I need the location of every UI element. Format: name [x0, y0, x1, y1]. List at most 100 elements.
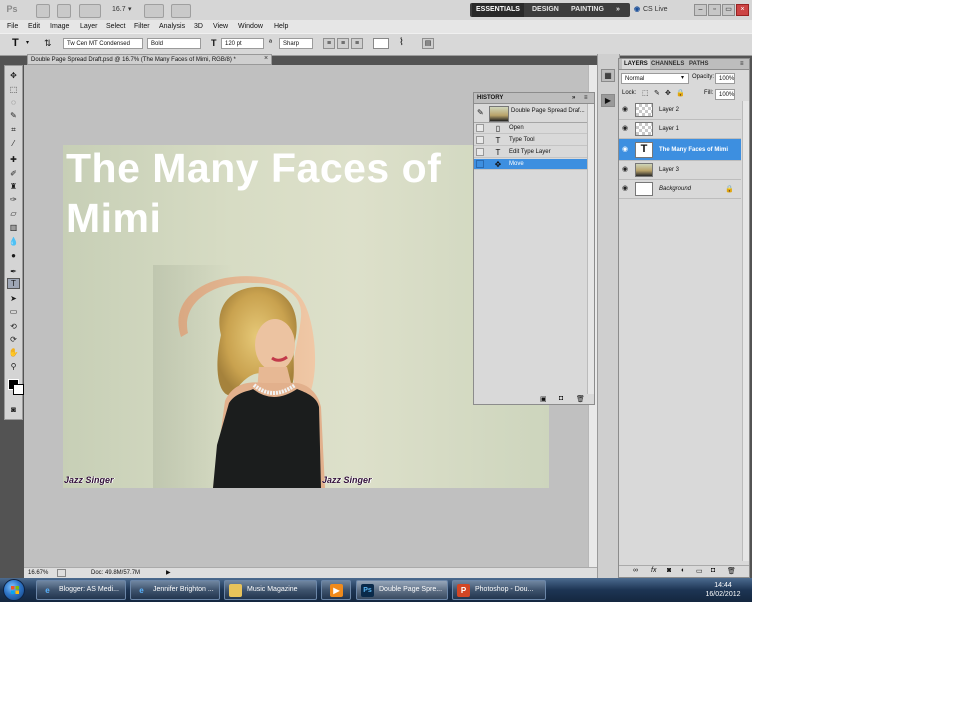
workspace-minimize-button[interactable]: ▭: [722, 4, 735, 16]
delete-state-icon[interactable]: 🗑: [576, 395, 585, 403]
close-document-icon[interactable]: ×: [262, 55, 270, 63]
view-extras-button[interactable]: [79, 4, 101, 18]
type-tool-icon[interactable]: T: [7, 278, 20, 289]
menu-select[interactable]: Select: [106, 20, 125, 33]
zoom-tool-icon[interactable]: ⚲: [7, 361, 20, 372]
taskbar-item-media-player[interactable]: ▶: [321, 580, 351, 600]
headline-text[interactable]: The Many Faces of Mimi: [66, 145, 486, 243]
lock-position-icon[interactable]: ✥: [665, 89, 671, 97]
layers-scrollbar[interactable]: [742, 101, 749, 561]
document-tab[interactable]: Double Page Spread Draft.psd @ 16.7% (Th…: [27, 54, 272, 65]
layer-row-background[interactable]: ◉ Background 🔒: [619, 180, 741, 199]
font-size-select[interactable]: 120 pt: [221, 38, 264, 49]
visibility-eye-icon[interactable]: ◉: [622, 106, 630, 114]
shape-tool-icon[interactable]: ▭: [7, 306, 20, 317]
new-document-from-state-icon[interactable]: ▣: [540, 395, 547, 403]
layer-style-icon[interactable]: fx: [651, 567, 656, 574]
gradient-tool-icon[interactable]: ▥: [7, 222, 20, 233]
tab-layers[interactable]: LAYERS: [622, 59, 650, 69]
workspace-painting[interactable]: PAINTING: [571, 3, 604, 17]
screen-mode-button[interactable]: [171, 4, 191, 18]
layer-row-title-text[interactable]: ◉ T The Many Faces of Mimi: [619, 139, 741, 161]
menu-layer[interactable]: Layer: [80, 20, 98, 33]
visibility-eye-icon[interactable]: ◉: [622, 146, 630, 154]
hand-tool-icon[interactable]: ✋: [7, 347, 20, 358]
zoom-level-dropdown[interactable]: 16.7: [112, 4, 126, 16]
collapse-panel-icon[interactable]: »: [572, 93, 575, 103]
tab-channels[interactable]: CHANNELS: [651, 59, 684, 69]
background-color-swatch[interactable]: [13, 384, 24, 395]
history-checkbox[interactable]: [476, 160, 484, 168]
delete-layer-icon[interactable]: 🗑: [727, 567, 736, 575]
workspace-design[interactable]: DESIGN: [532, 3, 559, 17]
taskbar-item-music-magazine[interactable]: Music Magazine: [224, 580, 317, 600]
restore-button[interactable]: ▫: [708, 4, 721, 16]
status-menu-arrow-icon[interactable]: ▶: [166, 568, 171, 578]
character-panel-button[interactable]: ▤: [422, 38, 434, 49]
path-selection-tool-icon[interactable]: ➤: [7, 293, 20, 304]
align-right-button[interactable]: ≡: [351, 38, 363, 49]
clone-stamp-tool-icon[interactable]: ♜: [7, 181, 20, 192]
align-center-button[interactable]: ≡: [337, 38, 349, 49]
new-layer-icon[interactable]: ◘: [711, 567, 715, 574]
new-group-icon[interactable]: ▭: [696, 567, 703, 575]
tab-paths[interactable]: PATHS: [689, 59, 708, 69]
3d-orbit-tool-icon[interactable]: ⟳: [7, 334, 20, 345]
menu-help[interactable]: Help: [274, 20, 288, 33]
tool-preset-icon[interactable]: T: [12, 37, 19, 49]
layer-row-layer-1[interactable]: ◉ Layer 1: [619, 120, 741, 139]
history-snapshot[interactable]: ✎ Double Page Spread Draf...: [474, 104, 587, 123]
panel-menu-icon[interactable]: ≡: [584, 93, 588, 103]
history-step-edit-type-layer[interactable]: T Edit Type Layer: [474, 147, 587, 158]
new-snapshot-icon[interactable]: ◘: [559, 395, 563, 402]
taskbar-item-jennifer[interactable]: e Jennifer Brighton ...: [130, 580, 220, 600]
lasso-tool-icon[interactable]: ◌: [7, 97, 20, 108]
system-clock[interactable]: 14:44 16/02/2012: [698, 581, 748, 599]
mini-bridge-button[interactable]: [57, 4, 71, 18]
menu-analysis[interactable]: Analysis: [159, 20, 185, 33]
pen-tool-icon[interactable]: ✒: [7, 266, 20, 277]
eraser-tool-icon[interactable]: ▱: [7, 208, 20, 219]
text-orientation-icon[interactable]: ⇅: [44, 38, 52, 49]
taskbar-item-double-page-spread[interactable]: Ps Double Page Spre...: [356, 580, 448, 600]
taskbar-item-blogger[interactable]: e Blogger: AS Medi...: [36, 580, 126, 600]
antialias-select[interactable]: Sharp: [279, 38, 313, 49]
text-color-swatch[interactable]: [373, 38, 389, 49]
taskbar-item-powerpoint[interactable]: P Photoshop - Dou...: [452, 580, 546, 600]
history-checkbox[interactable]: [476, 136, 484, 144]
quick-select-tool-icon[interactable]: ✎: [7, 110, 20, 121]
history-checkbox[interactable]: [476, 148, 484, 156]
workspace-essentials[interactable]: ESSENTIALS: [472, 3, 524, 17]
cs-live-button[interactable]: CS Live: [643, 4, 668, 16]
blur-tool-icon[interactable]: 💧: [7, 236, 20, 247]
history-brush-tool-icon[interactable]: ✑: [7, 194, 20, 205]
more-workspaces-icon[interactable]: »: [616, 3, 620, 17]
lock-transparent-icon[interactable]: ⬚: [642, 89, 649, 97]
history-checkbox[interactable]: [476, 124, 484, 132]
menu-view[interactable]: View: [213, 20, 228, 33]
menu-edit[interactable]: Edit: [28, 20, 40, 33]
opacity-input[interactable]: 100%: [715, 73, 735, 84]
minimize-button[interactable]: –: [694, 4, 707, 16]
bridge-button[interactable]: [36, 4, 50, 18]
layer-row-layer-2[interactable]: ◉ Layer 2: [619, 101, 741, 120]
visibility-eye-icon[interactable]: ◉: [622, 185, 630, 193]
history-step-open[interactable]: ▯ Open: [474, 123, 587, 134]
dodge-tool-icon[interactable]: ●: [7, 250, 20, 261]
warp-text-icon[interactable]: ⌇: [399, 37, 404, 48]
history-panel-icon[interactable]: ▦: [601, 69, 615, 82]
visibility-eye-icon[interactable]: ◉: [622, 166, 630, 174]
layer-row-layer-3[interactable]: ◉ Layer 3: [619, 161, 741, 180]
close-button[interactable]: ×: [736, 4, 749, 16]
adjustment-layer-icon[interactable]: ◐: [681, 567, 685, 574]
blend-mode-select[interactable]: Normal: [621, 73, 689, 84]
align-left-button[interactable]: ≡: [323, 38, 335, 49]
lock-all-icon[interactable]: 🔒: [676, 89, 685, 97]
history-step-type-tool[interactable]: T Type Tool: [474, 135, 587, 146]
move-tool-icon[interactable]: ✥: [7, 70, 20, 81]
history-step-move[interactable]: ✥ Move: [474, 159, 587, 170]
menu-filter[interactable]: Filter: [134, 20, 150, 33]
crop-tool-icon[interactable]: ⌗: [7, 124, 20, 135]
actions-panel-icon[interactable]: ▶: [601, 94, 615, 107]
font-style-select[interactable]: Bold: [147, 38, 201, 49]
